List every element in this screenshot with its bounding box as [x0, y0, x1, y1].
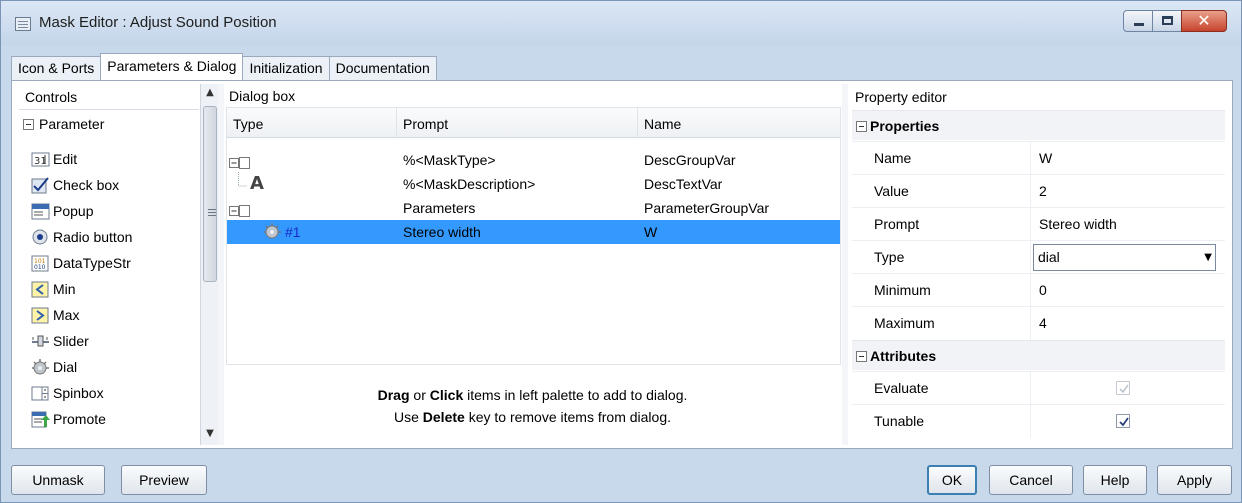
table-row-selected[interactable]: #1 Stereo width W	[227, 220, 840, 244]
slider-icon	[31, 333, 50, 350]
palette-item-max[interactable]: Max	[31, 303, 79, 327]
type-dropdown[interactable]: dial ▼	[1033, 244, 1216, 271]
attributes-section[interactable]: Attributes	[852, 340, 1225, 370]
evaluate-checkbox	[1116, 381, 1130, 395]
ok-button[interactable]: OK	[927, 465, 977, 495]
tab-bar: Icon & Ports Parameters & Dialog Initial…	[11, 53, 437, 80]
help-button[interactable]: Help	[1083, 465, 1147, 495]
table-row[interactable]: %<MaskType> DescGroupVar	[227, 148, 840, 172]
edit-icon: 31	[31, 151, 50, 168]
controls-scrollbar[interactable]: ▲ ▼	[200, 84, 218, 445]
property-editor-header: Property editor	[855, 89, 947, 105]
table-row[interactable]: A %<MaskDescription> DescTextVar	[227, 172, 840, 196]
collapse-icon[interactable]	[856, 351, 867, 362]
column-name[interactable]: Name	[638, 108, 840, 138]
palette-item-popup[interactable]: Popup	[31, 199, 93, 223]
palette-item-dial[interactable]: Dial	[31, 355, 77, 379]
checkbox-icon	[31, 176, 50, 194]
dialog-box-panel: Dialog box Type Prompt Name %<MaskType> …	[224, 84, 841, 445]
palette-item-slider[interactable]: Slider	[31, 329, 89, 353]
max-icon	[31, 307, 50, 324]
property-row-prompt[interactable]: Prompt Stereo width	[852, 207, 1225, 241]
dial-icon	[263, 223, 282, 247]
text-type-icon: A	[250, 173, 264, 194]
palette-item-min[interactable]: Min	[31, 277, 76, 301]
close-button[interactable]: ✕	[1181, 10, 1227, 32]
scroll-down-icon[interactable]: ▼	[201, 425, 219, 443]
group-box-icon	[229, 201, 251, 217]
palette-item-datatypestr[interactable]: 101 010 DataTypeStr	[31, 251, 131, 275]
datatype-icon: 101 010	[31, 255, 50, 272]
spinbox-icon	[31, 385, 50, 402]
maximize-button[interactable]	[1152, 10, 1182, 32]
properties-section[interactable]: Properties	[852, 110, 1225, 140]
preview-button[interactable]: Preview	[121, 465, 207, 495]
popup-icon	[31, 203, 50, 220]
property-row-value[interactable]: Value 2	[852, 174, 1225, 208]
dial-icon	[31, 358, 50, 376]
palette-item-edit[interactable]: 31 Edit	[31, 147, 77, 171]
tab-documentation[interactable]: Documentation	[328, 56, 437, 80]
controls-palette: Controls Parameter 31 Edit Check box Pop…	[19, 84, 218, 445]
svg-text:010: 010	[34, 264, 46, 271]
property-editor-panel: Property editor Properties Name W Value …	[852, 84, 1225, 445]
tab-icon-ports[interactable]: Icon & Ports	[11, 56, 102, 80]
scroll-up-icon[interactable]: ▲	[201, 84, 219, 102]
mask-editor-window: Mask Editor : Adjust Sound Position ✕ Ic…	[0, 0, 1242, 503]
table-header: Type Prompt Name	[227, 108, 840, 138]
palette-item-radio-button[interactable]: Radio button	[31, 225, 132, 249]
right-splitter[interactable]	[842, 84, 848, 445]
unmask-button[interactable]: Unmask	[11, 465, 105, 495]
close-icon: ✕	[1197, 11, 1211, 30]
tree-line-icon	[238, 172, 247, 187]
parameter-group-label: Parameter	[39, 116, 105, 132]
dialog-tree-table: Type Prompt Name %<MaskType> DescGroupVa…	[226, 107, 841, 365]
table-row[interactable]: Parameters ParameterGroupVar	[227, 196, 840, 220]
chevron-down-icon: ▼	[1204, 252, 1212, 263]
palette-item-spinbox[interactable]: Spinbox	[31, 381, 104, 405]
radio-icon	[31, 229, 50, 246]
min-icon	[31, 281, 50, 298]
tab-initialization[interactable]: Initialization	[242, 56, 330, 80]
collapse-icon[interactable]	[23, 118, 34, 130]
maximize-icon	[1162, 16, 1173, 25]
mask-editor-app-icon	[15, 17, 31, 31]
property-row-maximum[interactable]: Maximum 4	[852, 306, 1225, 340]
property-row-minimum[interactable]: Minimum 0	[852, 273, 1225, 307]
minimize-button[interactable]	[1123, 10, 1153, 32]
window-title: Mask Editor : Adjust Sound Position	[39, 14, 277, 31]
palette-item-promote[interactable]: Promote	[31, 407, 106, 431]
controls-header: Controls	[19, 84, 199, 110]
parameter-group[interactable]: Parameter	[23, 112, 104, 136]
title-bar[interactable]: Mask Editor : Adjust Sound Position ✕	[1, 1, 1241, 45]
tunable-checkbox[interactable]	[1116, 414, 1130, 428]
property-row-type[interactable]: Type dial ▼	[852, 240, 1225, 274]
dialog-box-header: Dialog box	[229, 88, 296, 104]
cancel-button[interactable]: Cancel	[989, 465, 1073, 495]
minimize-icon	[1134, 23, 1144, 26]
apply-button[interactable]: Apply	[1157, 465, 1232, 495]
tab-parameters-dialog[interactable]: Parameters & Dialog	[100, 53, 244, 80]
dialog-hint: Drag or Click items in left palette to a…	[377, 387, 688, 425]
window-controls: ✕	[1123, 10, 1227, 32]
promote-icon	[31, 411, 50, 428]
group-box-icon	[229, 153, 251, 169]
property-row-name[interactable]: Name W	[852, 141, 1225, 175]
column-type[interactable]: Type	[227, 108, 397, 138]
scroll-thumb[interactable]	[203, 106, 217, 282]
collapse-icon[interactable]	[856, 121, 867, 132]
column-prompt[interactable]: Prompt	[397, 108, 638, 138]
attribute-row-tunable[interactable]: Tunable	[852, 404, 1225, 438]
palette-item-check-box[interactable]: Check box	[31, 173, 119, 197]
attribute-row-evaluate: Evaluate	[852, 371, 1225, 405]
